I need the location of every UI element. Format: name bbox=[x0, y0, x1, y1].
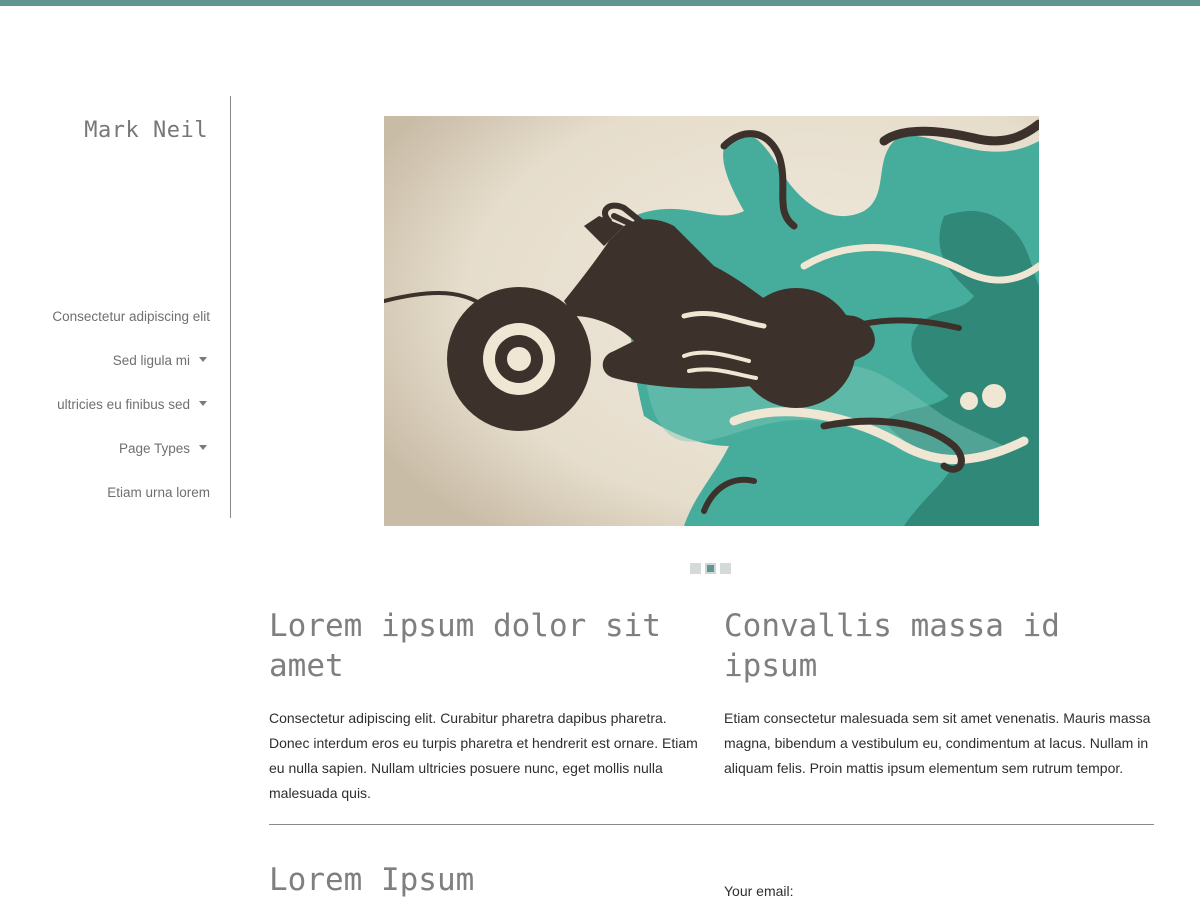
nav-item-sed-ligula[interactable]: Sed ligula mi bbox=[52, 353, 210, 397]
slide-dot-2[interactable] bbox=[705, 563, 716, 574]
column-heading: Convallis massa id ipsum bbox=[724, 608, 1060, 684]
nav-item-page-types[interactable]: Page Types bbox=[52, 441, 210, 485]
motorcycle-illustration bbox=[384, 116, 1039, 526]
caret-down-icon bbox=[199, 401, 207, 406]
nav-item-consectetur[interactable]: Consectetur adipiscing elit bbox=[52, 309, 210, 353]
column-body: Consectetur adipiscing elit. Curabitur p… bbox=[269, 710, 698, 801]
nav-item-ultricies[interactable]: ultricies eu finibus sed bbox=[52, 397, 210, 441]
nav-item-etiam[interactable]: Etiam urna lorem bbox=[52, 485, 210, 529]
site-title[interactable]: Mark Neil bbox=[84, 118, 208, 143]
caret-down-icon bbox=[199, 357, 207, 362]
nav-item-label: Consectetur adipiscing elit bbox=[52, 309, 210, 324]
lower-heading: Lorem Ipsum bbox=[269, 862, 475, 898]
column-heading: Lorem ipsum dolor sit amet bbox=[269, 608, 661, 684]
nav-item-label: Page Types bbox=[118, 441, 190, 456]
content-column-right: Convallis massa id ipsum Etiam consectet… bbox=[724, 606, 1156, 781]
top-accent-bar bbox=[0, 0, 1200, 6]
lower-section: Lorem Ipsum bbox=[269, 860, 689, 900]
hero-slider-image[interactable] bbox=[384, 116, 1039, 526]
nav-item-label: ultricies eu finibus sed bbox=[57, 397, 190, 412]
main-nav: Consectetur adipiscing elit Sed ligula m… bbox=[52, 309, 210, 529]
sidebar: Mark Neil Consectetur adipiscing elit Se… bbox=[0, 96, 231, 518]
slide-dot-3[interactable] bbox=[720, 563, 731, 574]
email-field-label: Your email: bbox=[724, 883, 794, 899]
slide-dot-1[interactable] bbox=[690, 563, 701, 574]
caret-down-icon bbox=[199, 445, 207, 450]
slider-pagination bbox=[690, 563, 735, 574]
content-column-left: Lorem ipsum dolor sit amet Consectetur a… bbox=[269, 606, 701, 806]
nav-item-label: Etiam urna lorem bbox=[107, 485, 210, 500]
section-divider bbox=[269, 824, 1154, 825]
column-body: Etiam consectetur malesuada sem sit amet… bbox=[724, 710, 1151, 776]
nav-item-label: Sed ligula mi bbox=[112, 353, 190, 368]
